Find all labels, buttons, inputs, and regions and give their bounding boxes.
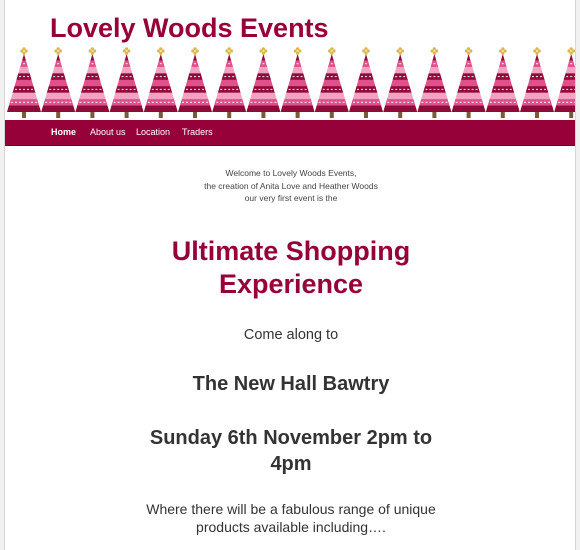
- site-title[interactable]: Lovely Woods Events: [50, 12, 329, 44]
- tree-star-icon: [157, 47, 165, 55]
- headline-line-1: Ultimate Shopping: [171, 236, 411, 266]
- come-along-text: Come along to: [243, 327, 339, 343]
- christmas-tree-icon: [7, 47, 41, 118]
- tree-star-icon: [362, 47, 370, 55]
- headline-line-2: Experience: [218, 269, 364, 299]
- christmas-tree-icon: [349, 47, 383, 118]
- products-text: Where there will be a fabulous range of …: [5, 500, 575, 536]
- products-line-2: products available including….: [196, 519, 386, 535]
- event-headline: Ultimate Shopping Experience: [5, 235, 575, 301]
- products-line-1: Where there will be a fabulous range of …: [146, 501, 436, 517]
- welcome-line-3: our very first event is the: [244, 193, 338, 203]
- nav-item-home[interactable]: Home: [51, 120, 76, 145]
- tree-star-icon: [225, 47, 233, 55]
- tree-star-icon: [499, 47, 507, 55]
- welcome-line-2: the creation of Anita Love and Heather W…: [204, 180, 378, 191]
- christmas-tree-icon: [485, 47, 520, 118]
- welcome-line-1: Welcome to Lovely Woods Events,: [225, 168, 357, 178]
- christmas-tree-icon: [554, 47, 575, 118]
- christmas-tree-icon: [178, 47, 212, 118]
- main-navigation: Home About us Location Traders: [5, 120, 575, 146]
- christmas-tree-icon: [246, 47, 281, 118]
- christmas-tree-icon: [212, 47, 247, 118]
- tree-star-icon: [328, 47, 336, 55]
- tree-star-icon: [122, 47, 131, 55]
- christmas-tree-icon: [314, 47, 349, 118]
- tree-star-icon: [293, 47, 302, 55]
- tree-star-icon: [54, 47, 63, 55]
- christmas-tree-icon: [143, 47, 178, 118]
- tree-star-icon: [567, 47, 575, 55]
- date-line-2: 4pm: [270, 453, 312, 475]
- tree-star-icon: [464, 47, 473, 55]
- christmas-tree-icon: [417, 47, 452, 118]
- tree-star-icon: [396, 47, 404, 55]
- venue-name: The New Hall Bawtry: [192, 373, 390, 395]
- tree-star-icon: [88, 47, 97, 55]
- event-date: Sunday 6th November 2pm to 4pm: [5, 425, 575, 477]
- christmas-tree-icon: [520, 47, 554, 118]
- tree-star-icon: [430, 47, 439, 55]
- nav-item-about-us[interactable]: About us: [90, 120, 126, 145]
- christmas-tree-icon: [280, 47, 315, 118]
- christmas-tree-icon: [451, 47, 486, 118]
- tree-star-icon: [259, 47, 268, 55]
- christmas-tree-icon: [383, 47, 418, 118]
- christmas-tree-icon: [41, 47, 76, 118]
- nav-item-location[interactable]: Location: [136, 120, 170, 145]
- header-banner: [7, 47, 575, 118]
- tree-star-icon: [20, 47, 28, 55]
- welcome-text: Welcome to Lovely Woods Events, the crea…: [5, 167, 575, 205]
- tree-star-icon: [533, 47, 541, 55]
- date-line-1: Sunday 6th November 2pm to: [149, 427, 433, 449]
- page: Lovely Woods Events Home About us Locati…: [4, 0, 576, 550]
- christmas-tree-icon: [75, 47, 110, 118]
- nav-item-traders[interactable]: Traders: [182, 120, 213, 145]
- tree-star-icon: [191, 47, 199, 55]
- christmas-tree-icon: [109, 47, 144, 118]
